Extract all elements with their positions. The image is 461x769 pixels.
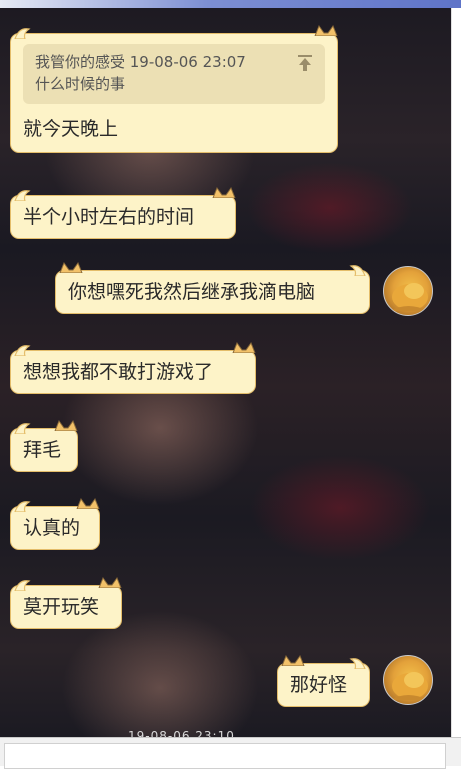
message-input[interactable] <box>4 743 446 769</box>
message-bubble[interactable]: 半个小时左右的时间 <box>10 186 236 239</box>
message-text: 想想我都不敢打游戏了 <box>23 361 214 383</box>
message-text: 认真的 <box>23 517 81 539</box>
cat-ears-icon <box>98 576 122 588</box>
message-text: 你想嘿死我然后继承我滴电脑 <box>68 281 316 303</box>
user-avatar[interactable] <box>383 655 433 705</box>
bubble-tail-icon <box>14 580 31 591</box>
cat-ears-icon <box>314 24 338 36</box>
message-text: 那好怪 <box>290 674 348 696</box>
quote-text: 什么时候的事 <box>35 75 126 93</box>
input-toolbar-area <box>0 737 461 769</box>
cat-ears-icon <box>54 419 78 431</box>
quoted-message[interactable]: 我管你的感受 19-08-06 23:07 什么时候的事 <box>23 44 325 104</box>
bubble-tail-icon <box>14 501 31 512</box>
cat-ears-icon <box>232 341 256 353</box>
bubble-tail-icon <box>349 265 366 276</box>
message-bubble[interactable]: 莫开玩笑 <box>10 576 122 629</box>
bubble-tail-icon <box>14 345 31 356</box>
bubble-tail-icon <box>349 658 366 669</box>
bubble-tail-icon <box>14 190 31 201</box>
message-bubble[interactable]: 拜毛 <box>10 419 78 472</box>
cat-ears-icon <box>76 497 100 509</box>
message-bubble[interactable]: 想想我都不敢打游戏了 <box>10 341 256 394</box>
window-title-bar <box>0 0 461 8</box>
quote-header: 我管你的感受 19-08-06 23:07 <box>35 53 246 71</box>
avatar-image-icon <box>390 283 428 311</box>
bubble-tail-icon <box>14 423 31 434</box>
message-text: 拜毛 <box>23 439 62 461</box>
cat-ears-icon <box>59 261 83 273</box>
cat-ears-icon <box>212 186 236 198</box>
cat-ears-icon <box>281 654 305 666</box>
message-bubble[interactable]: 你想嘿死我然后继承我滴电脑 <box>55 261 370 314</box>
message-bubble[interactable]: 那好怪 <box>277 654 370 707</box>
message-text: 半个小时左右的时间 <box>23 206 195 228</box>
avatar-image-icon <box>390 672 428 700</box>
user-avatar[interactable] <box>383 266 433 316</box>
message-text: 就今天晚上 <box>23 118 119 140</box>
bubble-tail-icon <box>14 28 31 39</box>
message-text: 莫开玩笑 <box>23 596 100 618</box>
message-bubble[interactable]: 我管你的感受 19-08-06 23:07 什么时候的事 就今天晚上 <box>10 24 338 153</box>
message-bubble[interactable]: 认真的 <box>10 497 100 550</box>
chat-history-panel[interactable]: 我管你的感受 19-08-06 23:07 什么时候的事 就今天晚上 半个小时左… <box>0 8 452 737</box>
scroll-to-top-icon[interactable] <box>297 54 313 72</box>
chat-scrollbar[interactable] <box>451 8 461 737</box>
